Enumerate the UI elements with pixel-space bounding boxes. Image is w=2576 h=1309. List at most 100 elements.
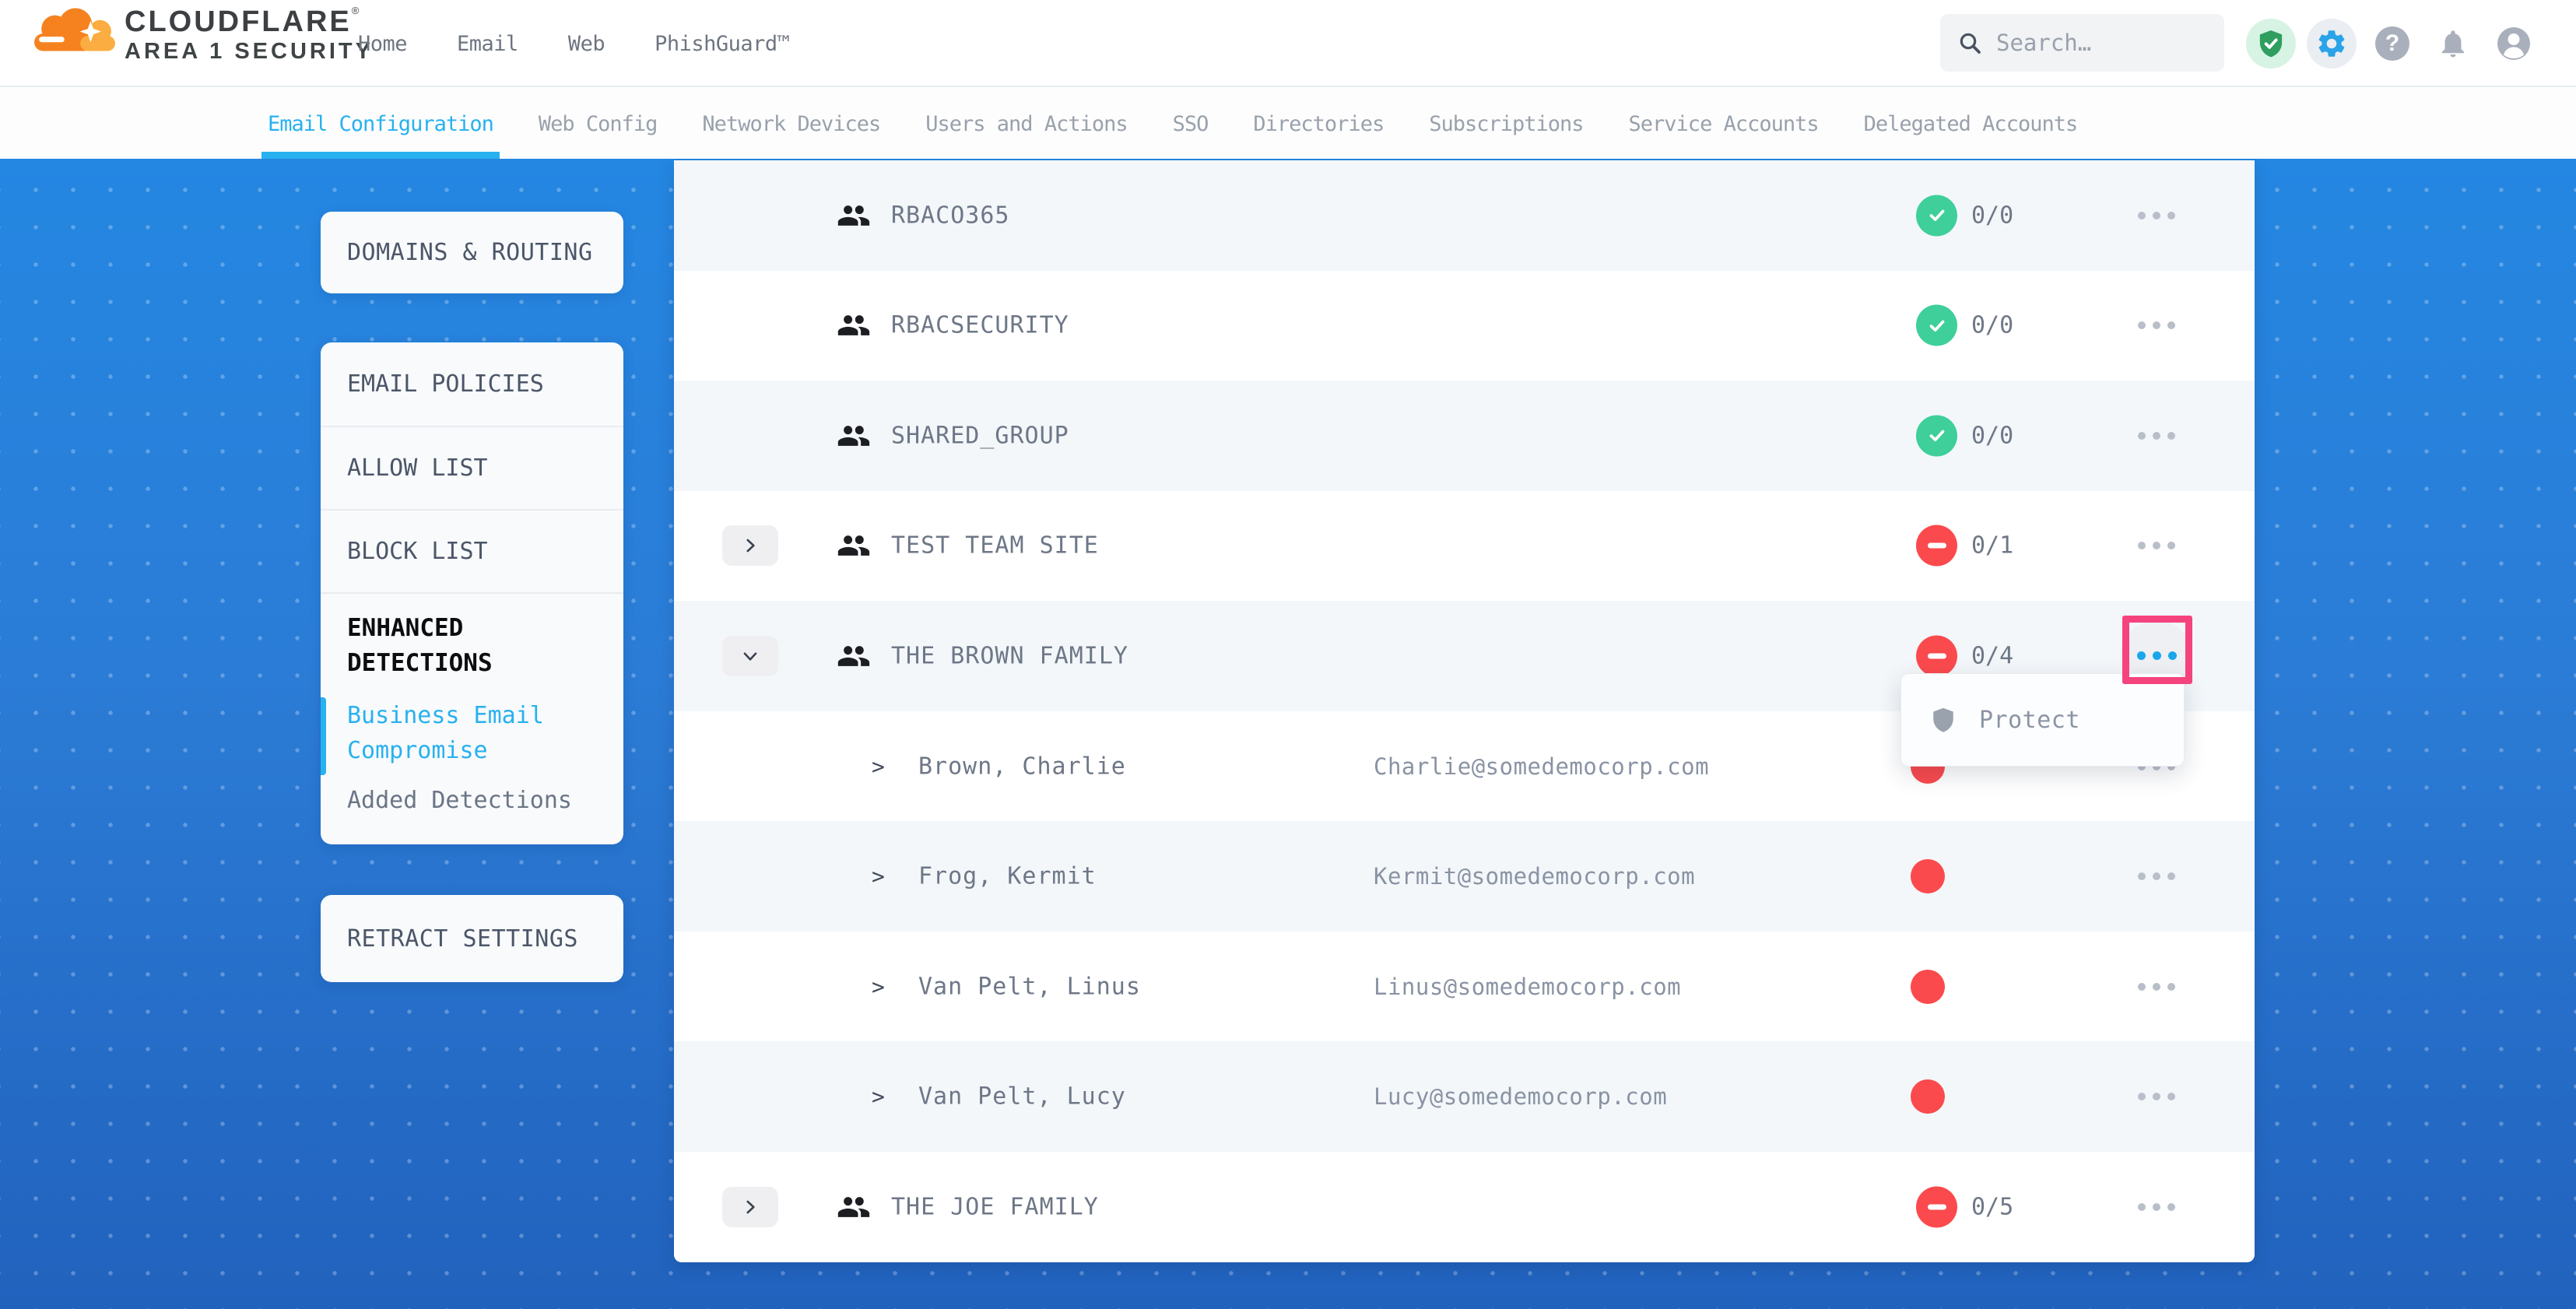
group-icon: [837, 198, 871, 233]
brand-tagline: AREA 1 SECURITY: [125, 39, 374, 64]
sidebar-item-allow-list[interactable]: ALLOW LIST: [321, 426, 623, 509]
brand-wordmark: CLOUDFLARE® AREA 1 SECURITY: [125, 5, 374, 64]
header-icons: ?: [2246, 0, 2539, 87]
member-email: Lucy@somedemocorp.com: [1374, 1083, 1667, 1110]
top-nav-phishguard[interactable]: PhishGuard™: [655, 32, 789, 56]
group-name: RBACO365: [891, 202, 1010, 229]
tab-sso[interactable]: SSO: [1173, 89, 1209, 159]
ellipsis-icon[interactable]: [2127, 421, 2186, 451]
unprotected-status-icon: [1916, 525, 1957, 567]
table-row-member[interactable]: > Van Pelt, Linus Linus@somedemocorp.com: [674, 932, 2255, 1042]
tab-network-devices[interactable]: Network Devices: [702, 89, 880, 159]
group-name: TEST TEAM SITE: [891, 532, 1099, 560]
group-name: THE JOE FAMILY: [891, 1193, 1099, 1220]
top-bar: CLOUDFLARE® AREA 1 SECURITY Home Email W…: [0, 0, 2576, 87]
search-input[interactable]: [1996, 30, 2199, 56]
top-nav-email[interactable]: Email: [457, 32, 518, 56]
tab-delegated-accounts[interactable]: Delegated Accounts: [1864, 89, 2078, 159]
protection-count: 0/1: [1971, 532, 2013, 560]
table-row-member[interactable]: > Frog, Kermit Kermit@somedemocorp.com: [674, 821, 2255, 932]
cloudflare-logo[interactable]: CLOUDFLARE® AREA 1 SECURITY: [33, 5, 374, 64]
group-icon: [837, 419, 871, 453]
table-row-group[interactable]: THE JOE FAMILY 0/5: [674, 1152, 2255, 1262]
sidebar-card-policies: EMAIL POLICIES ALLOW LIST BLOCK LIST ENH…: [321, 342, 623, 844]
main-content: DOMAINS & ROUTING EMAIL POLICIES ALLOW L…: [0, 159, 2576, 1309]
expand-button[interactable]: [722, 525, 778, 566]
risk-dot: [1911, 970, 1945, 1004]
sidebar-item-enhanced-detections[interactable]: ENHANCED DETECTIONS: [347, 611, 597, 681]
member-chevron-icon: >: [872, 864, 885, 890]
ellipsis-icon[interactable]: [2127, 1082, 2186, 1111]
search-icon: [1957, 30, 1982, 55]
protection-count: 0/4: [1971, 642, 2013, 669]
chevron-down-icon: [740, 646, 760, 666]
sidebar-item-business-email-compromise[interactable]: Business Email Compromise: [347, 698, 597, 768]
unprotected-status-icon: [1916, 1186, 1957, 1227]
member-chevron-icon: >: [872, 1084, 885, 1110]
ellipsis-icon[interactable]: [2127, 311, 2186, 340]
ellipsis-icon[interactable]: [2127, 201, 2186, 230]
ellipsis-icon[interactable]: [2127, 1192, 2186, 1222]
search-box[interactable]: [1940, 14, 2224, 72]
row-context-menu: Protect: [1900, 673, 2185, 767]
member-email: Kermit@somedemocorp.com: [1374, 863, 1695, 890]
member-email: Linus@somedemocorp.com: [1374, 974, 1681, 1000]
expand-button[interactable]: [722, 1187, 778, 1227]
protection-count: 0/0: [1971, 202, 2013, 229]
member-name: Van Pelt, Linus: [918, 973, 1141, 1000]
gear-icon[interactable]: [2307, 19, 2357, 68]
sidebar-item-retract-settings[interactable]: RETRACT SETTINGS: [321, 925, 578, 953]
tab-directories[interactable]: Directories: [1253, 89, 1384, 159]
chevron-right-icon: [740, 1197, 760, 1217]
bell-icon[interactable]: [2428, 19, 2478, 68]
brand-name: CLOUDFLARE: [125, 5, 352, 38]
member-chevron-icon: >: [872, 753, 885, 779]
top-nav: Home Email Web PhishGuard™: [358, 0, 789, 87]
table-row-group[interactable]: SHARED_GROUP 0/0: [674, 381, 2255, 491]
help-icon[interactable]: ?: [2367, 19, 2417, 68]
group-icon: [837, 1190, 871, 1224]
group-name: RBACSECURITY: [891, 312, 1069, 339]
table-row-group[interactable]: RBACO365 0/0: [674, 160, 2255, 271]
table-row-member[interactable]: > Van Pelt, Lucy Lucy@somedemocorp.com: [674, 1041, 2255, 1152]
member-name: Brown, Charlie: [918, 753, 1126, 780]
group-name: THE BROWN FAMILY: [891, 642, 1128, 669]
protected-status-icon: [1916, 415, 1957, 456]
collapse-button[interactable]: [722, 636, 778, 676]
menu-item-protect[interactable]: Protect: [1979, 707, 2080, 734]
user-icon[interactable]: [2489, 19, 2539, 68]
tab-service-accounts[interactable]: Service Accounts: [1629, 89, 1819, 159]
top-nav-web[interactable]: Web: [568, 32, 605, 56]
top-nav-home[interactable]: Home: [358, 32, 407, 56]
ellipsis-icon[interactable]: [2127, 531, 2186, 560]
member-email: Charlie@somedemocorp.com: [1374, 753, 1709, 780]
shield-check-icon[interactable]: [2246, 19, 2296, 68]
member-name: Frog, Kermit: [918, 863, 1097, 890]
enhanced-detections-section: ENHANCED DETECTIONS Business Email Compr…: [321, 592, 623, 814]
sidebar-card-domains: DOMAINS & ROUTING: [321, 212, 623, 293]
ellipsis-icon[interactable]: [2127, 862, 2186, 891]
tab-users-and-actions[interactable]: Users and Actions: [925, 89, 1127, 159]
tab-email-configuration[interactable]: Email Configuration: [268, 89, 493, 159]
risk-dot: [1911, 859, 1945, 893]
protection-count: 0/5: [1971, 1193, 2013, 1220]
group-name: SHARED_GROUP: [891, 422, 1069, 449]
sidebar-item-block-list[interactable]: BLOCK LIST: [321, 509, 623, 592]
sidebar-item-domains-routing[interactable]: DOMAINS & ROUTING: [321, 239, 593, 266]
sidebar-item-email-policies[interactable]: EMAIL POLICIES: [321, 342, 623, 426]
protection-count: 0/0: [1971, 422, 2013, 449]
group-icon: [837, 308, 871, 342]
area1-security-app: CLOUDFLARE® AREA 1 SECURITY Home Email W…: [0, 0, 2576, 1309]
shield-icon: [1929, 706, 1957, 734]
tab-subscriptions[interactable]: Subscriptions: [1429, 89, 1583, 159]
unprotected-status-icon: [1916, 635, 1957, 676]
sidebar-item-added-detections[interactable]: Added Detections: [347, 787, 597, 814]
protected-status-icon: [1916, 305, 1957, 346]
sidebar-card-retract: RETRACT SETTINGS: [321, 895, 623, 982]
table-row-group[interactable]: RBACSECURITY 0/0: [674, 271, 2255, 381]
risk-dot: [1911, 1079, 1945, 1114]
group-icon: [837, 639, 871, 673]
ellipsis-icon[interactable]: [2127, 972, 2186, 1002]
tab-web-config[interactable]: Web Config: [539, 89, 658, 159]
table-row-group[interactable]: TEST TEAM SITE 0/1: [674, 491, 2255, 602]
